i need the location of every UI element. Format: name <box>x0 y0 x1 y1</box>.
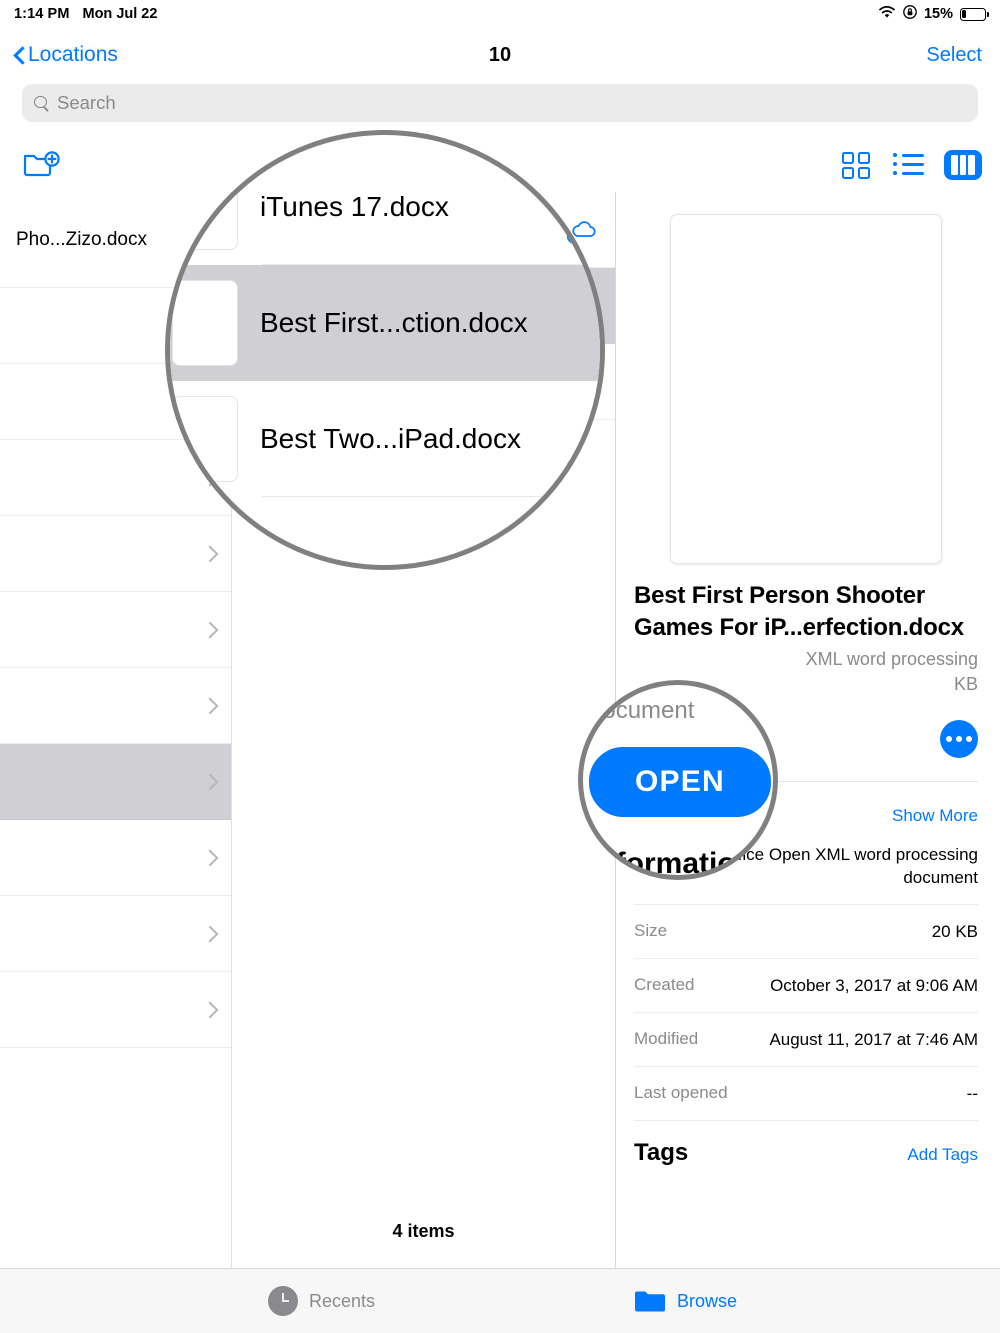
chevron-right-icon <box>204 1001 215 1019</box>
info-value: 20 KB <box>931 921 978 941</box>
search-icon <box>34 95 49 111</box>
chevron-right-icon <box>204 773 215 791</box>
sidebar-item-9[interactable] <box>0 896 231 972</box>
tab-recents[interactable]: Recents <box>268 1286 375 1316</box>
more-options-icon[interactable] <box>940 720 978 759</box>
sidebar-file-label: Pho...Zizo.docx <box>16 228 147 250</box>
info-key: Size <box>634 920 668 940</box>
info-key: Last opened <box>634 1082 728 1102</box>
tab-recents-label: Recents <box>309 1290 376 1311</box>
file-name: iTunes 17.docx <box>260 191 449 222</box>
magnified-row: Best Two...iPad.docx <box>170 381 600 497</box>
bottom-tab-bar: Recents Browse <box>0 1268 1000 1333</box>
page-title: 10 <box>488 43 512 66</box>
icloud-icon <box>565 221 599 249</box>
navigation-bar: Locations 10 Select <box>0 28 1000 82</box>
tags-heading: Tags <box>634 1138 689 1166</box>
column-view-icon[interactable] <box>944 150 982 180</box>
search-bar-container: Search <box>0 84 1000 130</box>
item-count-label: 4 items <box>392 1221 455 1241</box>
tab-browse-label: Browse <box>677 1290 738 1311</box>
tags-section-header: Tags Add Tags <box>634 1139 978 1167</box>
magnified-row-selected: Best First...ction.docx <box>170 265 600 381</box>
sidebar-item-5[interactable] <box>0 592 231 668</box>
info-value: August 11, 2017 at 7:46 AM <box>769 1029 978 1049</box>
info-row-modified: Modified August 11, 2017 at 7:46 AM <box>634 1013 978 1067</box>
magnified-text-fragment: document <box>589 697 695 724</box>
search-placeholder: Search <box>57 92 116 113</box>
file-name: Best Two...iPad.docx <box>260 423 521 454</box>
chevron-right-icon <box>204 849 215 867</box>
list-view-icon[interactable] <box>892 150 926 180</box>
tab-browse[interactable]: Browse <box>634 1289 737 1314</box>
grid-view-icon[interactable] <box>840 150 874 180</box>
file-thumbnail <box>172 280 238 366</box>
wifi-icon <box>878 5 896 23</box>
chevron-right-icon <box>204 545 215 563</box>
status-time: 1:14 PM <box>14 6 70 22</box>
chevron-right-icon <box>204 697 215 715</box>
sidebar-item-selected[interactable] <box>0 744 231 820</box>
file-preview[interactable] <box>670 214 942 564</box>
sidebar-item-8[interactable] <box>0 820 231 896</box>
rotation-lock-icon <box>903 5 917 23</box>
add-tags-button[interactable]: Add Tags <box>907 1145 978 1165</box>
status-date: Mon Jul 22 <box>82 6 158 22</box>
detail-subtitle-line1: XML word processing <box>805 649 978 670</box>
chevron-right-icon <box>204 621 215 639</box>
info-key: Created <box>634 974 695 994</box>
file-thumbnail <box>172 396 238 482</box>
magnifier-lens-file-list: iTunes 17.docx Best First...ction.docx B… <box>165 130 605 570</box>
chevron-right-icon <box>204 925 215 943</box>
ipad-files-app: 1:14 PM Mon Jul 22 15% Locations 10 Sele… <box>0 0 1000 1333</box>
magnified-row: iTunes 17.docx <box>170 149 600 265</box>
folder-icon <box>634 1289 666 1314</box>
info-value: -- <box>966 1083 978 1103</box>
new-folder-icon[interactable] <box>22 149 62 181</box>
sidebar-item-4[interactable] <box>0 516 231 592</box>
file-thumbnail <box>172 164 238 250</box>
magnified-open-button: OPEN <box>589 747 771 817</box>
search-input[interactable]: Search <box>22 84 978 122</box>
info-key: Modified <box>634 1028 699 1048</box>
info-row-created: Created October 3, 2017 at 9:06 AM <box>634 959 978 1013</box>
info-row-size: Size 20 KB <box>634 905 978 959</box>
info-value: October 3, 2017 at 9:06 AM <box>770 975 978 995</box>
info-row-last-opened: Last opened -- <box>634 1067 978 1121</box>
battery-percent: 15% <box>923 6 953 22</box>
detail-file-name: Best First Person Shooter Games For iP..… <box>634 582 964 641</box>
battery-icon <box>960 7 990 21</box>
status-bar-right: 15% <box>878 5 990 23</box>
sidebar-item-6[interactable] <box>0 668 231 744</box>
file-name: Best First...ction.docx <box>260 307 528 338</box>
view-mode-group <box>840 150 982 180</box>
magnifier-lens-open-button: document OPEN Information <box>578 680 778 880</box>
sidebar-item-10[interactable] <box>0 972 231 1048</box>
show-more-button[interactable]: Show More <box>892 806 978 826</box>
icloud-download-icon <box>565 453 599 481</box>
status-bar-left: 1:14 PM Mon Jul 22 <box>14 6 157 22</box>
status-bar: 1:14 PM Mon Jul 22 15% <box>0 0 1000 28</box>
clock-icon <box>268 1286 298 1316</box>
